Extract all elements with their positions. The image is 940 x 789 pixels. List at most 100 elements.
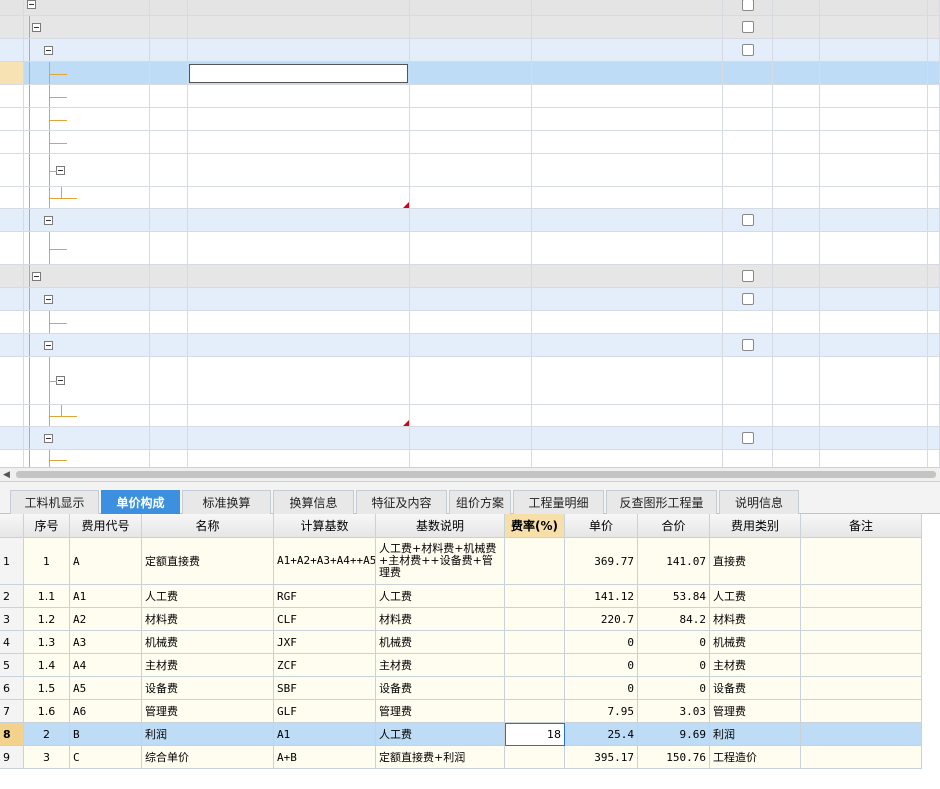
collapse-icon[interactable] [44,340,53,350]
collapse-icon[interactable] [56,165,65,175]
row-checkbox[interactable] [741,21,754,33]
grid-cell [188,405,410,426]
cost-row[interactable]: 1 1 A 定额直接费 A1+A2+A3+A4++A5+A6人工费+材料费+机械费+主材… [0,538,922,585]
collapse-icon[interactable] [44,433,53,443]
row-checkbox[interactable] [741,44,754,56]
bill-row[interactable] [0,357,940,405]
tab-3[interactable]: 换算信息 [273,490,354,514]
bill-row[interactable] [0,288,940,311]
cell-value: 1.1 [37,589,56,603]
tab-8[interactable]: 说明信息 [719,490,799,514]
column-header[interactable]: 序号 [24,514,70,538]
cost-cell-rate [505,585,565,608]
tab-2[interactable]: 标准换算 [182,490,271,514]
column-header[interactable]: 备注 [801,514,922,538]
grid-cell [773,187,820,208]
column-header[interactable]: 基数说明 [376,514,505,538]
cell-value: A1+A2+A3+A4++A5+A6 [277,554,376,567]
tree-line [49,381,57,382]
cost-row[interactable]: 4 1.3 A3 机械费 JXF 机械费 0 0 机械费 [0,631,922,654]
grid-cell [410,85,532,107]
row-checkbox[interactable] [741,0,754,11]
row-checkbox[interactable] [741,293,754,305]
name-edit-field[interactable] [189,63,408,83]
cell-value: 设备费 [145,682,178,695]
column-header[interactable]: 合价 [638,514,710,538]
column-header[interactable]: 费率(%) [505,514,565,538]
bill-row[interactable] [0,265,940,288]
cost-row[interactable]: 9 3 C 综合单价 A+B 定额直接费+利润 395.17 150.76 工程造价 [0,746,922,769]
collapse-icon[interactable] [44,294,53,304]
tree-line [29,39,30,61]
row-checkbox[interactable] [741,270,754,282]
cost-cell-note [801,538,922,585]
cost-cell-code: B [70,723,142,746]
grid-cell [188,108,410,130]
column-header[interactable]: 名称 [142,514,274,538]
grid-cell [532,187,723,208]
bill-row[interactable] [0,427,940,450]
collapse-icon[interactable] [27,0,36,9]
grid-cell [188,16,410,38]
row-checkbox[interactable] [741,432,754,444]
rate-input[interactable]: 18 [505,723,565,746]
bill-row[interactable] [0,405,940,427]
row-checkbox[interactable] [741,214,754,226]
grid-cell [188,450,410,467]
column-header[interactable]: 计算基数 [274,514,376,538]
grid-cell [410,357,532,404]
grid-top-row[interactable] [0,0,940,16]
cost-row[interactable]: 5 1.4 A4 主材费 ZCF 主材费 0 0 主材费 [0,654,922,677]
bill-row[interactable] [0,85,940,108]
collapse-icon[interactable] [32,22,41,32]
bill-row[interactable] [0,154,940,187]
tree-line [29,154,30,186]
collapse-icon[interactable] [44,215,53,225]
tab-1[interactable]: 单价构成 [101,490,180,514]
cost-row[interactable]: 3 1.2 A2 材料费 CLF 材料费 220.7 84.2 材料费 [0,608,922,631]
scroll-left-icon[interactable]: ◀ [3,470,10,480]
bill-row[interactable] [0,131,940,154]
collapse-icon[interactable] [44,45,53,55]
scrollbar-thumb[interactable] [16,471,936,478]
grid-cell [723,232,773,264]
grid-cell [773,357,820,404]
horizontal-scrollbar[interactable]: ◀ [0,467,940,482]
bill-row[interactable] [0,334,940,357]
grid-cell [532,311,723,333]
bill-row[interactable] [0,16,940,39]
bill-row[interactable] [0,209,940,232]
tab-6[interactable]: 工程量明细 [513,490,604,514]
bill-row[interactable] [0,62,940,85]
bill-row[interactable] [0,39,940,62]
cost-row[interactable]: 7 1.6 A6 管理费 GLF 管理费 7.95 3.03 管理费 [0,700,922,723]
collapse-icon[interactable] [56,376,65,385]
tab-4[interactable]: 特征及内容 [356,490,447,514]
unit-price-grid: 序号 费用代号 名称 计算基数 基数说明 费率(%) 单价 合价 费用类别 备注 1 1 A 定额直接费 A… [0,514,940,789]
grid-cell [150,288,188,310]
column-header[interactable]: 费用类别 [710,514,801,538]
tab-0[interactable]: 工料机显示 [10,490,99,514]
bill-row[interactable] [0,232,940,265]
bill-row[interactable] [0,187,940,209]
tab-5[interactable]: 组价方案 [449,490,511,514]
tab-7[interactable]: 反查图形工程量 [606,490,717,514]
collapse-icon[interactable] [32,271,41,281]
cost-row[interactable]: 6 1.5 A5 设备费 SBF 设备费 0 0 设备费 [0,677,922,700]
cost-row[interactable]: 8 2 B 利润 A1 人工费 18 25.4 9.69 利润 [0,723,922,746]
cost-cell-idx: 3 [0,608,24,631]
grid-cell [188,232,410,264]
row-checkbox[interactable] [741,339,754,351]
grid-cell [410,39,532,61]
bill-row[interactable] [0,311,940,334]
cost-row[interactable]: 2 1.1 A1 人工费 RGF 人工费 141.12 53.84 人工费 [0,585,922,608]
cell-value: 1.2 [37,612,56,626]
column-header[interactable]: 单价 [565,514,638,538]
grid-cell [773,108,820,130]
column-header[interactable]: 费用代号 [70,514,142,538]
bill-row[interactable] [0,450,940,467]
tree-line [49,248,67,250]
bill-row[interactable] [0,108,940,131]
grid-cell [24,288,150,310]
grid-cell [0,232,24,264]
